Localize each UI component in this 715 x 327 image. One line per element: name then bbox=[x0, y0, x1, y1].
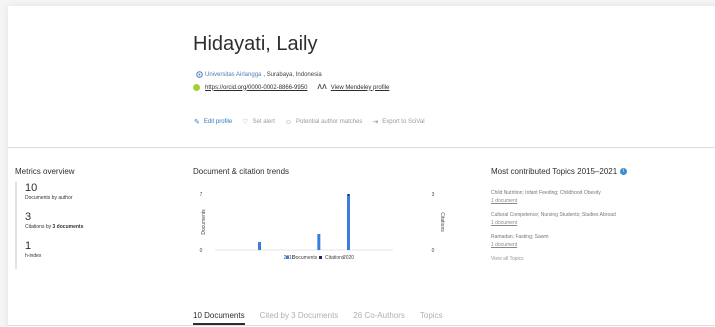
orcid-link[interactable]: https://orcid.org/0000-0002-8866-9950 bbox=[205, 85, 307, 91]
bell-icon: ♡ bbox=[242, 119, 249, 126]
topics-title-text: Most contributed Topics 2015–2021 bbox=[491, 167, 618, 176]
tab-co-authors[interactable]: 26 Co-Authors bbox=[353, 311, 405, 325]
pencil-icon: ✎ bbox=[194, 119, 200, 126]
legend-label-citations: Citations bbox=[325, 255, 345, 261]
view-all-topics-link[interactable]: View all Topics bbox=[491, 256, 706, 262]
legend-label-documents: Documents bbox=[292, 255, 318, 261]
topic-document-count[interactable]: 1 document bbox=[491, 241, 706, 250]
citations-marker bbox=[347, 194, 350, 196]
potential-matches-label: Potential author matches bbox=[296, 119, 363, 125]
document-citation-chart: 7030Documents Citations2018 2020Documents C… bbox=[200, 192, 445, 261]
topic-name[interactable]: Ramadan; Fasting; Sawm bbox=[491, 234, 706, 241]
topic-item-2: Cultural Competence; Nursing Students; S… bbox=[491, 212, 706, 228]
people-icon: ☺ bbox=[284, 118, 293, 126]
info-icon[interactable]: i bbox=[620, 168, 628, 176]
set-alert-button[interactable]: ♡ Set alert bbox=[242, 118, 275, 126]
topics-title: Most contributed Topics 2015–2021 i bbox=[491, 167, 628, 176]
edit-profile-label: Edit profile bbox=[203, 119, 233, 125]
export-icon: ⇥ bbox=[372, 119, 379, 126]
edit-profile-button[interactable]: ✎ Edit profile bbox=[194, 118, 232, 126]
citations-label-prefix: Citations by bbox=[25, 224, 53, 230]
citations-count[interactable]: 3 bbox=[25, 211, 165, 224]
tab-topics[interactable]: Topics bbox=[420, 311, 443, 325]
h-index-value: 1 bbox=[25, 240, 32, 252]
section-divider bbox=[8, 147, 715, 148]
profile-actions: ✎ Edit profile ♡ Set alert ☺ Potential a… bbox=[194, 118, 435, 127]
y2-tick-label: 0 bbox=[432, 248, 435, 254]
potential-matches-button[interactable]: ☺ Potential author matches bbox=[285, 119, 363, 126]
author-name: Hidayati, Laily bbox=[193, 33, 318, 55]
profile-links: https://orcid.org/0000-0002-8866-9950 ΛΛ… bbox=[193, 84, 389, 91]
profile-tabs: 10 Documents Cited by 3 Documents 26 Co-… bbox=[193, 311, 458, 325]
tabs-underline bbox=[8, 325, 715, 326]
legend-swatch-citations bbox=[319, 256, 322, 259]
topic-item-1: Child Nutrition; Infant Feeding; Childho… bbox=[491, 190, 706, 206]
y-axis-label: Documents bbox=[201, 209, 207, 235]
topic-name[interactable]: Child Nutrition; Infant Feeding; Childho… bbox=[491, 190, 706, 197]
mendeley-icon: ΛΛ bbox=[317, 84, 327, 91]
y-tick-label: 7 bbox=[200, 192, 203, 198]
documents-bar bbox=[347, 194, 350, 250]
citations-documents-link[interactable]: 3 documents bbox=[53, 224, 84, 230]
orcid-icon bbox=[193, 84, 200, 91]
metrics-title: Metrics overview bbox=[15, 167, 75, 176]
topic-item-3: Ramadan; Fasting; Sawm 1 document bbox=[491, 234, 706, 250]
y2-axis-label: Citations bbox=[439, 212, 445, 232]
y2-tick-label: 3 bbox=[432, 192, 435, 198]
topic-name[interactable]: Cultural Competence; Nursing Students; S… bbox=[491, 212, 706, 219]
documents-label: Documents by author bbox=[25, 195, 73, 201]
topic-document-count[interactable]: 1 document bbox=[491, 219, 706, 228]
metrics-overview: 10 Documents by author 3 Citations by 3 … bbox=[15, 182, 165, 269]
legend-swatch-documents bbox=[286, 256, 289, 259]
documents-bar bbox=[258, 242, 261, 250]
affiliation: Universitas Airlangga, Surabaya, Indones… bbox=[196, 71, 322, 78]
location-text: , Surabaya, Indonesia bbox=[263, 71, 322, 78]
topic-document-count[interactable]: 1 document bbox=[491, 197, 706, 206]
tab-documents[interactable]: 10 Documents bbox=[193, 311, 245, 325]
citations-label: Citations by 3 documents bbox=[25, 224, 165, 230]
mendeley-profile-link[interactable]: View Mendeley profile bbox=[331, 85, 390, 91]
export-scival-button[interactable]: ⇥ Export to SciVal bbox=[372, 118, 424, 126]
h-index-label: h-index bbox=[25, 253, 42, 259]
export-scival-label: Export to SciVal bbox=[382, 119, 425, 125]
x-tick-label: 2020 bbox=[343, 255, 354, 261]
topics-list: Child Nutrition; Infant Feeding; Childho… bbox=[491, 190, 706, 262]
institution-icon bbox=[196, 71, 203, 78]
set-alert-label: Set alert bbox=[252, 119, 275, 125]
documents-count[interactable]: 10 bbox=[25, 182, 165, 195]
institution-link[interactable]: Universitas Airlangga bbox=[205, 72, 261, 78]
tab-cited-by[interactable]: Cited by 3 Documents bbox=[260, 311, 339, 325]
documents-bar bbox=[317, 234, 321, 250]
y-tick-label: 0 bbox=[200, 248, 203, 254]
trends-title: Document & citation trends bbox=[193, 167, 290, 176]
